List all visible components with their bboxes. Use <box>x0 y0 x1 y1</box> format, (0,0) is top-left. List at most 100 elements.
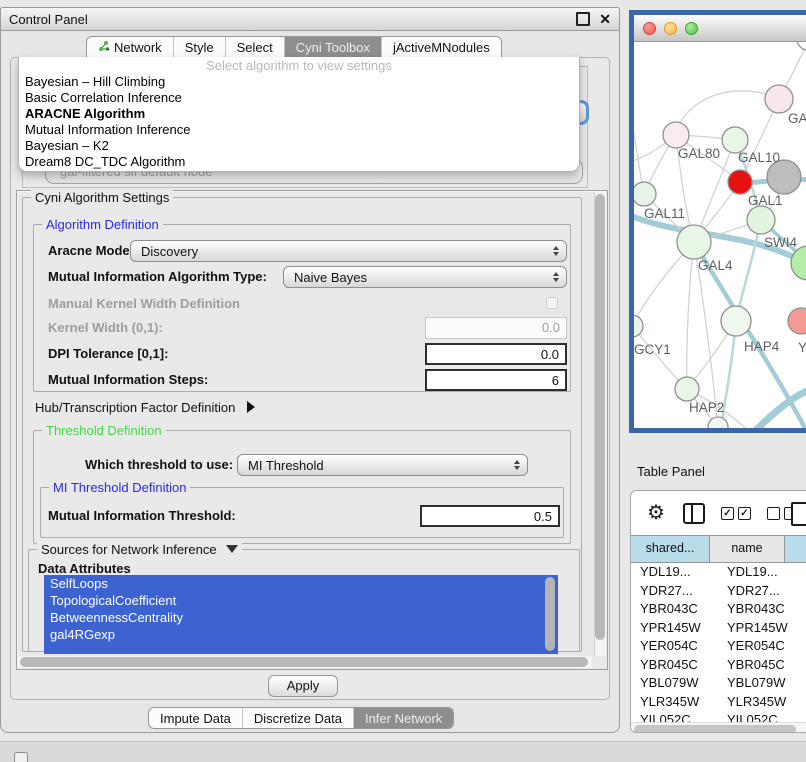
tab-network[interactable]: Network <box>87 37 173 57</box>
tab-jactivemnodules[interactable]: jActiveMNodules <box>381 37 501 57</box>
network-node[interactable] <box>634 182 656 206</box>
network-edge <box>752 388 806 428</box>
algorithm-option-dream8-dc-tdc-algorithm[interactable]: Dream8 DC_TDC Algorithm <box>19 154 579 170</box>
attribute-item-gal4rgexp[interactable]: gal4RGexp <box>44 626 558 643</box>
table-row[interactable]: YIL052CYIL052C9 <box>631 711 806 722</box>
table-row[interactable]: YDL19...YDL19...13 <box>631 563 806 582</box>
algorithm-option-bayesian-hill-climbing[interactable]: Bayesian – Hill Climbing <box>19 74 579 90</box>
network-edge <box>634 102 644 194</box>
tab-discretize-data[interactable]: Discretize Data <box>242 708 353 728</box>
table-cell: YDR27... <box>718 582 801 601</box>
algorithm-option-bayesian-k2[interactable]: Bayesian – K2 <box>19 138 579 154</box>
table-cell: 9 <box>801 711 806 722</box>
network-node[interactable] <box>788 308 806 334</box>
tab-impute-data[interactable]: Impute Data <box>149 708 242 728</box>
panel-toggle-icon[interactable] <box>14 752 28 762</box>
mi-type-label: Mutual Information Algorithm Type: <box>48 266 267 288</box>
app-screen: Control Panel ✕ gal-filtered sif default… <box>0 0 806 762</box>
dpi-tolerance-label: DPI Tolerance [0,1]: <box>48 343 168 365</box>
tab-cyni-toolbox[interactable]: Cyni Toolbox <box>284 37 381 57</box>
node-label-gcy1: GCY1 <box>634 342 671 357</box>
network-window-titlebar[interactable] <box>634 15 806 42</box>
hub-definition-expander[interactable]: Hub/Transcription Factor Definition <box>35 399 255 416</box>
table-cell: 13 <box>801 563 806 582</box>
network-node[interactable] <box>747 206 775 234</box>
attribute-item-betweennesscentrality[interactable]: BetweennessCentrality <box>44 609 558 626</box>
table-cell: 12 <box>801 582 806 601</box>
attribute-item-topologicalcoefficient[interactable]: TopologicalCoefficient <box>44 592 558 609</box>
mi-threshold-field[interactable]: 0.5 <box>420 505 560 527</box>
tab-style[interactable]: Style <box>173 37 225 57</box>
column-view-icon[interactable] <box>683 503 705 524</box>
tab-select[interactable]: Select <box>225 37 284 57</box>
network-view-window[interactable]: GALGAL80GAL10GAL1GAL11SWI4GAL4GCY1HAP4YH… <box>629 10 806 433</box>
network-node[interactable] <box>728 170 752 194</box>
minimize-traffic-light-icon[interactable] <box>664 22 677 35</box>
column-header-shared[interactable]: shared... <box>631 536 710 562</box>
horizontal-scrollbar-thumb[interactable] <box>20 657 588 667</box>
tab-label: Infer Network <box>365 708 442 729</box>
network-node[interactable] <box>765 85 793 113</box>
network-node[interactable] <box>663 122 689 148</box>
network-edge <box>687 242 694 389</box>
aracne-mode-combo[interactable]: Discovery <box>130 240 567 262</box>
table-cell: YLR345W <box>718 693 801 712</box>
checked-box-icon: ✓ <box>721 507 734 520</box>
which-threshold-combo[interactable]: MI Threshold <box>237 454 528 476</box>
table-row[interactable]: YER054CYER054C8. <box>631 637 806 656</box>
table-row[interactable]: YPR145WYPR145W9. <box>631 619 806 638</box>
network-node[interactable] <box>721 306 751 336</box>
table-row[interactable]: YLR345WYLR345W9. <box>631 693 806 712</box>
list-scrollbar-thumb[interactable] <box>545 577 555 651</box>
table-horizontal-scrollbar[interactable] <box>631 722 806 733</box>
expanded-arrow-icon[interactable] <box>226 545 238 553</box>
table-row[interactable]: YBL079WYBL079W <box>631 674 806 693</box>
network-node[interactable] <box>677 225 711 259</box>
document-icon[interactable] <box>791 502 806 526</box>
mi-threshold-label: Mutual Information Threshold: <box>48 505 236 527</box>
mi-steps-field[interactable]: 6 <box>425 369 567 391</box>
node-label-gal10: GAL10 <box>738 150 780 165</box>
network-node[interactable] <box>634 315 643 337</box>
kernel-width-label: Kernel Width (0,1): <box>48 317 163 339</box>
close-traffic-light-icon[interactable] <box>643 22 656 35</box>
network-canvas[interactable]: GALGAL80GAL10GAL1GAL11SWI4GAL4GCY1HAP4YH… <box>634 42 806 428</box>
network-node[interactable] <box>675 377 699 401</box>
data-attributes-list[interactable]: SelfLoopsTopologicalCoefficientBetweenne… <box>44 575 558 654</box>
attribute-item-partial[interactable] <box>44 643 558 654</box>
float-window-icon[interactable] <box>576 12 590 26</box>
close-icon[interactable]: ✕ <box>599 14 611 24</box>
select-all-checked-icon[interactable]: ✓ ✓ <box>721 507 751 520</box>
table-cell <box>801 600 806 619</box>
table-scrollbar-thumb[interactable] <box>634 725 796 733</box>
table-row[interactable]: YBR043CYBR043C <box>631 600 806 619</box>
apply-button[interactable]: Apply <box>268 675 338 697</box>
table-row[interactable]: YDR27...YDR27...12 <box>631 582 806 601</box>
table-cell: YDR27... <box>631 582 718 601</box>
network-node[interactable] <box>767 160 801 194</box>
network-graph: GALGAL80GAL10GAL1GAL11SWI4GAL4GCY1HAP4YH… <box>634 42 806 428</box>
control-panel-titlebar: Control Panel ✕ <box>0 7 620 31</box>
mi-type-combo[interactable]: Naive Bayes <box>283 266 567 288</box>
bottom-tab-bar: Impute DataDiscretize Data Infer Network <box>148 707 454 729</box>
node-label-hap4: HAP4 <box>744 339 780 354</box>
node-label-gal: GAL <box>788 111 806 126</box>
column-header-2[interactable] <box>785 536 806 562</box>
table-panel: ⚙ ✓ ✓ shared...name YDL19...YDL19...13YD… <box>630 490 806 733</box>
table-cell <box>801 674 806 693</box>
column-header-name[interactable]: name <box>710 536 785 562</box>
zoom-traffic-light-icon[interactable] <box>685 22 698 35</box>
manual-kernel-checkbox[interactable] <box>546 297 558 309</box>
algorithm-option-basic-correlation-inference[interactable]: Basic Correlation Inference <box>19 90 579 106</box>
spinner-arrows-icon <box>514 460 520 470</box>
algorithm-option-mutual-information-inference[interactable]: Mutual Information Inference <box>19 122 579 138</box>
network-node[interactable] <box>797 42 806 50</box>
attribute-item-selfloops[interactable]: SelfLoops <box>44 575 558 592</box>
dpi-tolerance-field[interactable]: 0.0 <box>425 343 567 365</box>
kernel-width-field[interactable]: 0.0 <box>425 317 567 339</box>
settings-gear-icon[interactable]: ⚙ <box>647 503 665 523</box>
algorithm-option-aracne-algorithm[interactable]: ARACNE Algorithm <box>19 106 579 122</box>
table-row[interactable]: YBR045CYBR045C9. <box>631 656 806 675</box>
vertical-scrollbar-thumb[interactable] <box>595 194 605 640</box>
tab-infer-network[interactable]: Infer Network <box>353 708 453 728</box>
